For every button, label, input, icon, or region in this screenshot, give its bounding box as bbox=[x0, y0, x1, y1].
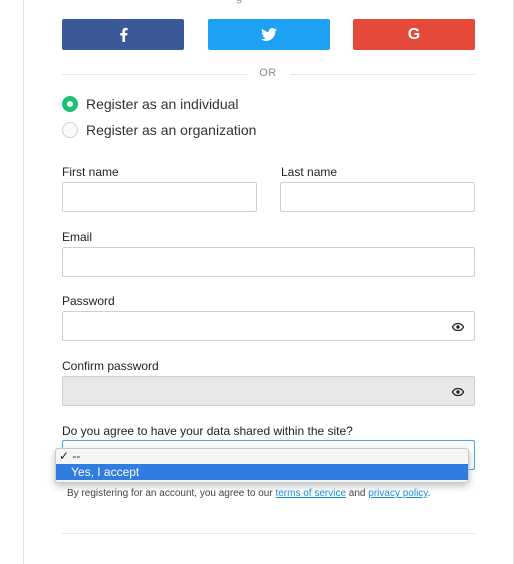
first-name-label: First name bbox=[62, 165, 119, 179]
confirm-password-label: Confirm password bbox=[62, 359, 159, 373]
email-input[interactable] bbox=[62, 247, 475, 277]
last-name-label: Last name bbox=[281, 165, 338, 179]
radio-unchecked-icon[interactable] bbox=[62, 122, 78, 138]
google-icon: G bbox=[407, 25, 421, 43]
radio-organization[interactable]: Register as an organization bbox=[62, 122, 256, 138]
twitter-icon bbox=[261, 28, 277, 41]
check-icon: ✓ bbox=[59, 449, 73, 463]
cut-off-heading: g bbox=[236, 0, 242, 4]
divider-right bbox=[290, 74, 475, 75]
divider-left bbox=[62, 74, 247, 75]
radio-organization-label: Register as an organization bbox=[86, 122, 257, 138]
facebook-login-button[interactable] bbox=[62, 19, 184, 50]
consent-dropdown-menu[interactable]: ✓ -- Yes, I accept bbox=[55, 448, 469, 483]
or-separator: OR bbox=[259, 67, 277, 79]
first-name-input[interactable] bbox=[62, 182, 257, 212]
facebook-icon bbox=[119, 27, 128, 42]
password-label: Password bbox=[62, 294, 115, 308]
dropdown-option-empty[interactable]: ✓ -- bbox=[56, 449, 468, 464]
consent-label: Do you agree to have your data shared wi… bbox=[62, 424, 353, 438]
radio-individual[interactable]: Register as an individual bbox=[62, 96, 239, 112]
show-confirm-password-icon[interactable] bbox=[452, 386, 464, 398]
twitter-login-button[interactable] bbox=[208, 19, 330, 50]
show-password-icon[interactable] bbox=[452, 321, 464, 333]
terms-notice: By registering for an account, you agree… bbox=[67, 488, 431, 499]
confirm-password-input[interactable] bbox=[62, 376, 475, 406]
radio-checked-icon[interactable] bbox=[62, 96, 78, 112]
bottom-divider bbox=[62, 533, 475, 534]
terms-of-service-link[interactable]: terms of service bbox=[275, 488, 346, 499]
dropdown-option-accept[interactable]: Yes, I accept bbox=[56, 464, 468, 480]
google-login-button[interactable]: G bbox=[353, 19, 475, 50]
last-name-input[interactable] bbox=[280, 182, 475, 212]
email-label: Email bbox=[62, 230, 93, 244]
password-input[interactable] bbox=[62, 311, 475, 341]
privacy-policy-link[interactable]: privacy policy bbox=[368, 488, 427, 499]
radio-individual-label: Register as an individual bbox=[86, 96, 239, 112]
